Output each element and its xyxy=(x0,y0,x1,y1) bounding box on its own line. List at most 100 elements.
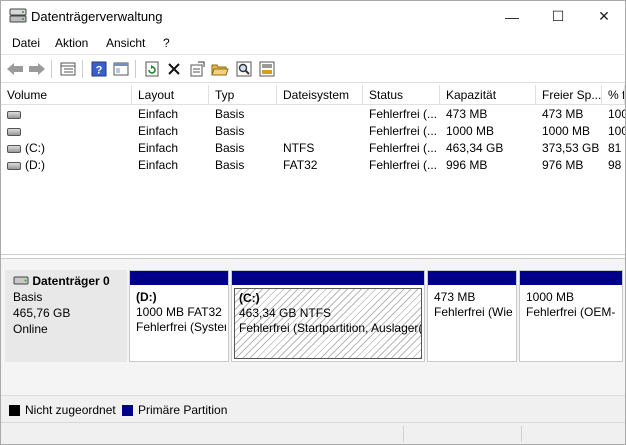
forward-icon[interactable] xyxy=(27,59,47,79)
toolbar: ? xyxy=(1,54,625,83)
layout-cell: Einfach xyxy=(138,124,179,138)
disk-management-app-icon xyxy=(9,8,27,23)
disk-management-window: Datenträgerverwaltung — ☐ ✕ Datei Aktion… xyxy=(0,0,626,445)
capacity-cell: 1000 MB xyxy=(446,124,495,138)
primary-swatch xyxy=(122,404,133,416)
disk-icon xyxy=(13,276,29,285)
volume-cell: (D:) xyxy=(7,158,45,172)
status-segment xyxy=(521,426,522,442)
partition-body: 473 MB Fehlerfrei (Wie xyxy=(430,288,514,359)
search-icon[interactable] xyxy=(234,59,254,79)
menu-ansicht[interactable]: Ansicht xyxy=(106,36,145,50)
table-row[interactable]: (C:) Einfach Basis NTFS Fehlerfrei (... … xyxy=(1,140,625,157)
title-bar[interactable]: Datenträgerverwaltung — ☐ ✕ xyxy=(1,1,625,32)
type-cell: Basis xyxy=(215,158,245,172)
capacity-cell: 473 MB xyxy=(446,107,488,121)
partition-bar xyxy=(520,271,622,285)
delete-icon[interactable] xyxy=(164,59,184,79)
list-view-icon[interactable] xyxy=(58,59,78,79)
menu-datei[interactable]: Datei xyxy=(12,36,40,50)
volume-icon xyxy=(7,110,21,119)
toolbar-separator xyxy=(135,60,136,78)
partition-name: (D:) xyxy=(136,290,157,304)
disk-info-panel[interactable]: Datenträger 0 Basis 465,76 GB Online xyxy=(5,270,127,362)
type-cell: Basis xyxy=(215,141,245,155)
column-header-status[interactable]: Status xyxy=(363,85,440,105)
partition-body: (D:) 1000 MB FAT32 Fehlerfrei (Syster xyxy=(132,288,226,359)
partition-size: 1000 MB xyxy=(526,290,575,304)
toolbar-separator xyxy=(51,60,52,78)
layout-cell: Einfach xyxy=(138,141,179,155)
legend-primary: Primäre Partition xyxy=(122,403,227,417)
back-icon[interactable] xyxy=(5,59,25,79)
status-cell: Fehlerfrei (... xyxy=(369,107,438,121)
volume-icon xyxy=(7,161,21,170)
close-button[interactable]: ✕ xyxy=(581,1,625,32)
capacity-cell: 463,34 GB xyxy=(446,141,504,155)
column-header-percent-free[interactable]: % f xyxy=(602,85,625,105)
column-header-volume[interactable]: Volume xyxy=(1,85,132,105)
partition-name: (C:) xyxy=(239,291,260,305)
properties-icon[interactable] xyxy=(187,59,207,79)
maximize-button[interactable]: ☐ xyxy=(535,1,581,32)
partition-size: 473 MB xyxy=(434,290,476,304)
capacity-cell: 996 MB xyxy=(446,158,488,172)
volume-list: Volume Layout Typ Dateisystem Status Kap… xyxy=(1,85,625,337)
legend: Nicht zugeordnet Primäre Partition xyxy=(1,395,625,422)
column-header-type[interactable]: Typ xyxy=(209,85,277,105)
percent-free-cell: 81 xyxy=(608,141,622,155)
partition-status: Fehlerfrei (Startpartition, Auslager( xyxy=(239,321,422,335)
partition-size: 1000 MB FAT32 xyxy=(136,305,222,319)
column-header-filesystem[interactable]: Dateisystem xyxy=(277,85,363,105)
volume-cell xyxy=(7,107,25,121)
table-row[interactable]: (D:) Einfach Basis FAT32 Fehlerfrei (...… xyxy=(1,157,625,174)
partition-bar xyxy=(232,271,424,285)
disk-type: Basis xyxy=(13,290,43,304)
volume-cell: (C:) xyxy=(7,141,45,155)
status-cell: Fehlerfrei (... xyxy=(369,158,438,172)
disk-graphical-view: Datenträger 0 Basis 465,76 GB Online (D:… xyxy=(1,258,625,395)
partition-status: Fehlerfrei (Wie xyxy=(434,305,513,319)
open-folder-icon[interactable] xyxy=(210,59,230,79)
type-cell: Basis xyxy=(215,107,245,121)
layout-cell: Einfach xyxy=(138,107,179,121)
partition-body-selected: (C:) 463,34 GB NTFS Fehlerfrei (Startpar… xyxy=(234,288,422,359)
partition-recovery[interactable]: 473 MB Fehlerfrei (Wie xyxy=(427,270,517,362)
console-icon[interactable] xyxy=(111,59,131,79)
disk-settings-icon[interactable] xyxy=(257,59,277,79)
filesystem-cell: NTFS xyxy=(283,141,315,155)
partition-d[interactable]: (D:) 1000 MB FAT32 Fehlerfrei (Syster xyxy=(129,270,229,362)
partition-c[interactable]: (C:) 463,34 GB NTFS Fehlerfrei (Startpar… xyxy=(231,270,425,362)
partition-status: Fehlerfrei (OEM- xyxy=(526,305,616,319)
disk-size: 465,76 GB xyxy=(13,306,71,320)
column-header-layout[interactable]: Layout xyxy=(132,85,209,105)
volume-icon xyxy=(7,144,21,153)
disk-state: Online xyxy=(13,322,48,336)
partition-oem[interactable]: 1000 MB Fehlerfrei (OEM- xyxy=(519,270,623,362)
help-icon[interactable]: ? xyxy=(89,59,109,79)
percent-free-cell: 98 xyxy=(608,158,622,172)
status-bar xyxy=(1,422,625,444)
partition-status: Fehlerfrei (Syster xyxy=(136,320,226,334)
layout-cell: Einfach xyxy=(138,158,179,172)
free-space-cell: 1000 MB xyxy=(542,124,591,138)
column-header-free-space[interactable]: Freier Sp... xyxy=(536,85,602,105)
percent-free-cell: 100 xyxy=(608,124,625,138)
table-row[interactable]: Einfach Basis Fehlerfrei (... 473 MB 473… xyxy=(1,106,625,123)
legend-unallocated: Nicht zugeordnet xyxy=(9,403,116,417)
minimize-button[interactable]: — xyxy=(489,1,535,32)
refresh-icon[interactable] xyxy=(142,59,162,79)
volume-cell xyxy=(7,124,25,138)
percent-free-cell: 100 xyxy=(608,107,625,121)
menu-aktion[interactable]: Aktion xyxy=(55,36,88,50)
free-space-cell: 976 MB xyxy=(542,158,584,172)
column-header-capacity[interactable]: Kapazität xyxy=(440,85,536,105)
window-title: Datenträgerverwaltung xyxy=(31,9,163,24)
partition-bar xyxy=(428,271,516,285)
toolbar-separator xyxy=(82,60,83,78)
menu-help[interactable]: ? xyxy=(163,36,170,50)
volume-icon xyxy=(7,127,21,136)
partition-body: 1000 MB Fehlerfrei (OEM- xyxy=(522,288,620,359)
table-row[interactable]: Einfach Basis Fehlerfrei (... 1000 MB 10… xyxy=(1,123,625,140)
status-cell: Fehlerfrei (... xyxy=(369,141,438,155)
